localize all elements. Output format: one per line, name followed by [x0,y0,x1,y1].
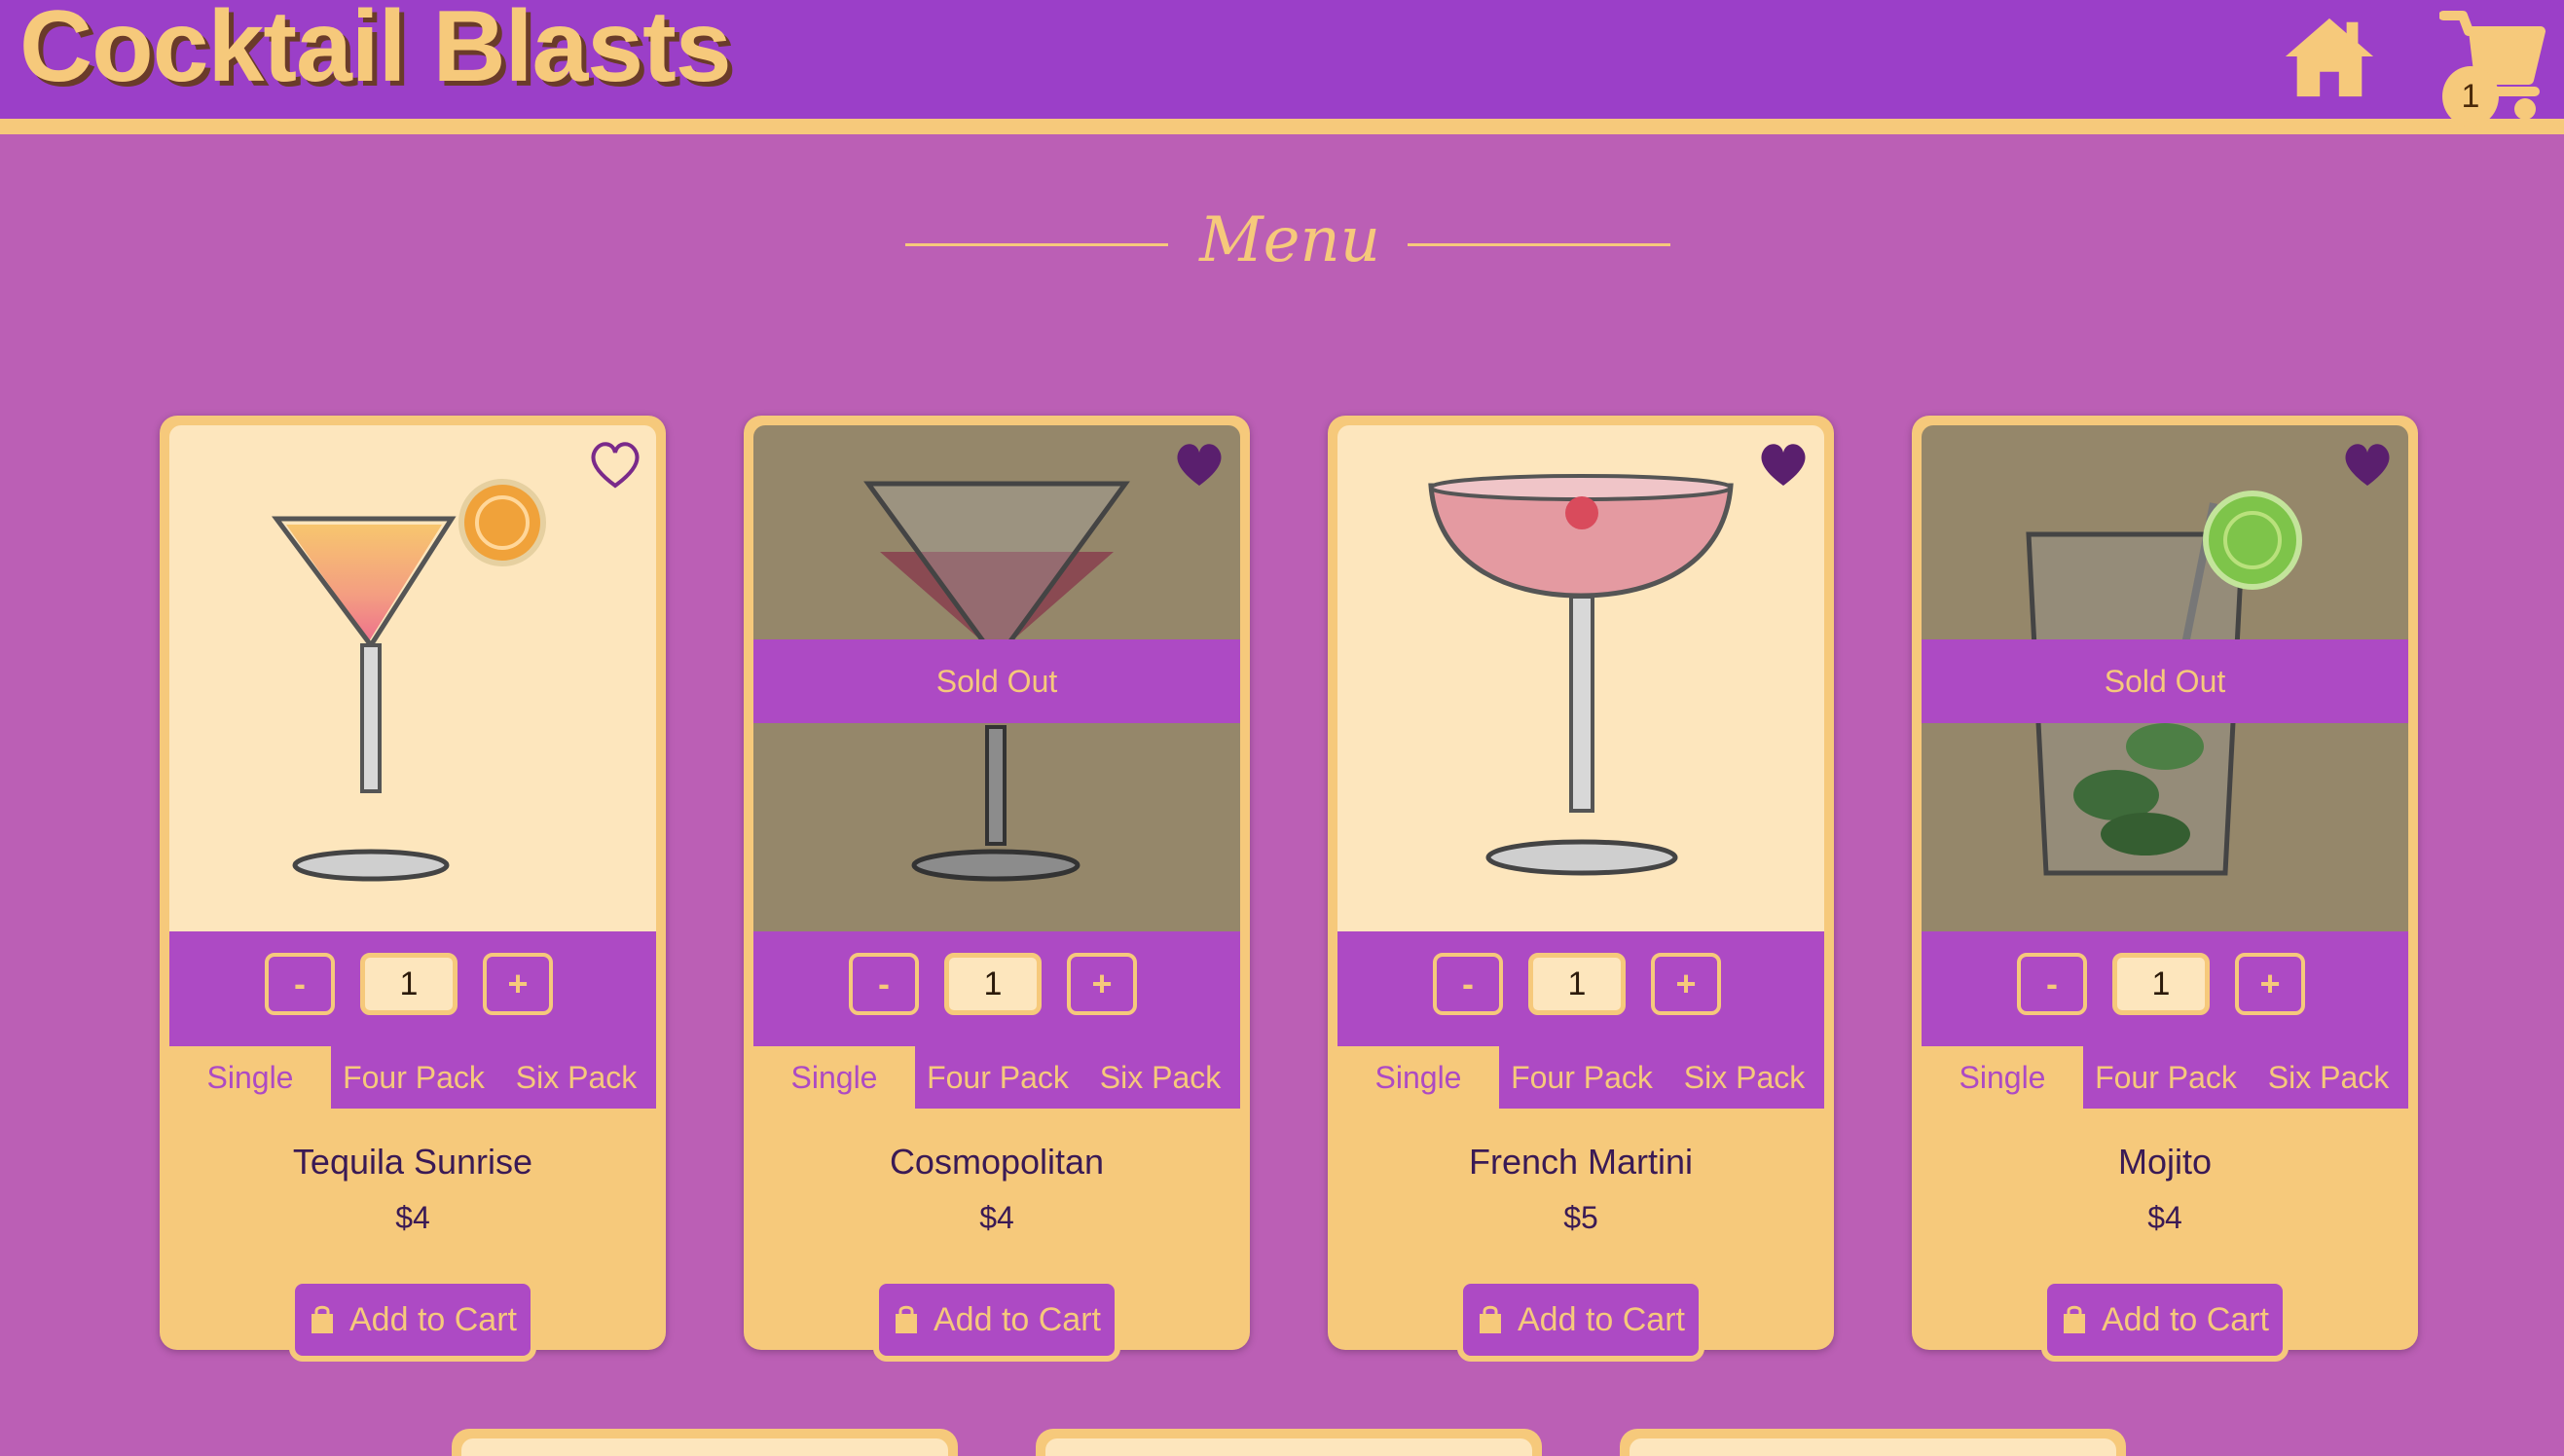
add-to-cart-label: Add to Cart [2102,1300,2269,1338]
pack-option-four-pack[interactable]: Four Pack [331,1046,496,1109]
product-price: $4 [2147,1200,2182,1235]
pack-option-single[interactable]: Single [1922,1046,2083,1109]
quantity-stepper: - + [1337,931,1824,1046]
menu-divider-right [1408,243,1670,246]
product-name: Cosmopolitan [889,1142,1105,1182]
pack-option-six-pack[interactable]: Six Pack [2249,1046,2408,1109]
product-image: Sold Out [753,425,1240,941]
product-card-partial [452,1429,958,1456]
coupe-glass-illustration [1428,474,1734,876]
shopping-bag-icon [896,1305,917,1333]
pack-option-six-pack[interactable]: Six Pack [496,1046,656,1109]
site-title[interactable]: Cocktail Blasts [19,0,732,100]
sold-out-banner: Sold Out [753,639,1240,723]
cart-count-badge[interactable]: 1 [2442,66,2499,127]
pack-option-four-pack[interactable]: Four Pack [915,1046,1081,1109]
quantity-input[interactable] [360,953,458,1015]
add-to-cart-button[interactable]: Add to Cart [1457,1278,1704,1362]
sold-out-banner: Sold Out [1922,639,2408,723]
decrease-quantity-button[interactable]: - [2017,953,2087,1015]
home-icon[interactable] [2282,14,2377,101]
quantity-input[interactable] [1528,953,1626,1015]
martini-glass-illustration [272,479,546,882]
quantity-input[interactable] [2112,953,2210,1015]
shopping-bag-icon [311,1305,333,1333]
pack-size-selector: Single Four Pack Six Pack [169,1046,656,1109]
add-to-cart-button[interactable]: Add to Cart [289,1278,536,1362]
pack-size-selector: Single Four Pack Six Pack [1922,1046,2408,1109]
favorite-heart-icon[interactable] [1756,439,1811,490]
product-image [1045,1438,1532,1456]
increase-quantity-button[interactable]: + [483,953,553,1015]
pack-size-selector: Single Four Pack Six Pack [1337,1046,1824,1109]
menu-divider-left [905,243,1168,246]
quantity-stepper: - + [753,931,1240,1046]
product-name: Mojito [2117,1142,2213,1182]
product-price: $5 [1563,1200,1598,1235]
pack-option-single[interactable]: Single [753,1046,915,1109]
decrease-quantity-button[interactable]: - [265,953,335,1015]
product-image [169,425,656,941]
add-to-cart-label: Add to Cart [1518,1300,1685,1338]
product-price: $4 [979,1200,1014,1235]
quantity-input[interactable] [944,953,1042,1015]
product-card: Sold Out - + Single Four Pack Six Pack M… [1912,416,2418,1362]
product-card: Sold Out - + Single Four Pack Six Pack C… [744,416,1250,1362]
pack-size-selector: Single Four Pack Six Pack [753,1046,1240,1109]
product-name: French Martini [1468,1142,1694,1182]
pack-option-six-pack[interactable]: Six Pack [1665,1046,1824,1109]
shopping-bag-icon [1480,1305,1501,1333]
pack-option-single[interactable]: Single [169,1046,331,1109]
product-card: - + Single Four Pack Six Pack French Mar… [1328,416,1834,1362]
add-to-cart-button[interactable]: Add to Cart [2041,1278,2289,1362]
add-to-cart-label: Add to Cart [349,1300,517,1338]
pack-option-four-pack[interactable]: Four Pack [1499,1046,1665,1109]
increase-quantity-button[interactable]: + [1651,953,1721,1015]
quantity-stepper: - + [1922,931,2408,1046]
product-card-partial [1036,1429,1542,1456]
product-image [1337,425,1824,941]
product-price: $4 [395,1200,430,1235]
increase-quantity-button[interactable]: + [1067,953,1137,1015]
shopping-bag-icon [2064,1305,2085,1333]
product-card: - + Single Four Pack Six Pack Tequila Su… [160,416,666,1362]
decrease-quantity-button[interactable]: - [1433,953,1503,1015]
decrease-quantity-button[interactable]: - [849,953,919,1015]
add-to-cart-button[interactable]: Add to Cart [873,1278,1120,1362]
menu-heading: Menu [1199,204,1380,276]
favorite-heart-icon[interactable] [2340,439,2395,490]
favorite-heart-icon[interactable] [588,439,642,490]
pack-option-single[interactable]: Single [1337,1046,1499,1109]
product-name: Tequila Sunrise [292,1142,533,1182]
increase-quantity-button[interactable]: + [2235,953,2305,1015]
product-image [461,1438,948,1456]
product-image [1630,1438,2116,1456]
product-image: Sold Out [1922,425,2408,941]
product-card-partial [1620,1429,2126,1456]
pack-option-four-pack[interactable]: Four Pack [2083,1046,2249,1109]
top-nav-bar: Cocktail Blasts 1 [0,0,2564,134]
quantity-stepper: - + [169,931,656,1046]
add-to-cart-label: Add to Cart [934,1300,1101,1338]
favorite-heart-icon[interactable] [1172,439,1227,490]
pack-option-six-pack[interactable]: Six Pack [1081,1046,1240,1109]
